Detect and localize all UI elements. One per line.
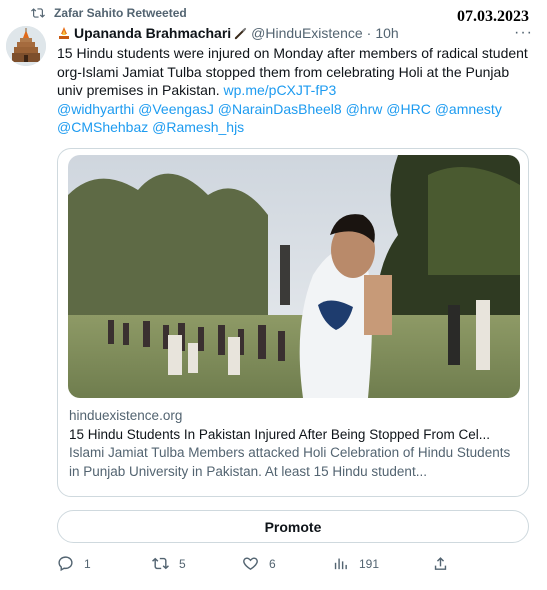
share-icon: [434, 557, 447, 570]
promote-button[interactable]: Promote: [57, 510, 529, 543]
card-text[interactable]: hinduexistence.org 15 Hindu Students In …: [69, 407, 516, 481]
author-name-wrap[interactable]: Upananda Brahmachari: [57, 24, 247, 42]
avatar[interactable]: [6, 26, 46, 66]
reply-icon: [58, 556, 73, 572]
reply-count: 1: [84, 556, 91, 571]
crowd-photo-image: [68, 155, 520, 398]
timestamp[interactable]: 10h: [375, 24, 398, 42]
mention[interactable]: @CMShehbaz: [57, 119, 148, 135]
retweet-indicator: Zafar Sahito Retweeted: [30, 6, 187, 20]
mention[interactable]: @amnesty: [435, 101, 502, 117]
share-button[interactable]: [432, 555, 449, 572]
retweet-label[interactable]: Zafar Sahito Retweeted: [54, 6, 187, 20]
author-name[interactable]: Upananda Brahmachari: [74, 24, 231, 42]
tweet-text: 15 Hindu students were injured on Monday…: [57, 44, 537, 137]
separator-dot: ·: [366, 25, 372, 41]
mention[interactable]: @widhyarthi: [57, 101, 134, 117]
retweet-icon: [31, 8, 45, 18]
author-handle[interactable]: @HinduExistence: [251, 24, 363, 42]
views-chart-icon: [334, 558, 347, 570]
link-preview-card[interactable]: hinduexistence.org 15 Hindu Students In …: [57, 148, 529, 497]
mention[interactable]: @VeengasJ: [138, 101, 214, 117]
temple-avatar-icon: [6, 26, 46, 66]
pen-emoji-icon: [235, 27, 247, 39]
mention[interactable]: @HRC: [386, 101, 431, 117]
mention[interactable]: @hrw: [346, 101, 383, 117]
retweet-count: 5: [179, 556, 186, 571]
heart-icon: [243, 557, 258, 571]
tweet-link[interactable]: wp.me/pCXJT-fP3: [224, 82, 337, 98]
action-bar: 1 5 6 191: [57, 555, 497, 572]
like-count: 6: [269, 556, 276, 571]
tweet-content: Upananda Brahmachari @HinduExistence · 1…: [57, 24, 537, 137]
like-button[interactable]: 6: [242, 555, 332, 572]
card-image[interactable]: [68, 155, 520, 398]
retweet-icon: [152, 557, 169, 570]
more-options-icon[interactable]: ···: [514, 24, 533, 42]
views-count: 191: [359, 556, 380, 571]
card-title: 15 Hindu Students In Pakistan Injured Af…: [69, 426, 490, 442]
retweet-button[interactable]: 5: [152, 555, 242, 572]
fire-emoji-icon: [59, 27, 69, 39]
tweet-header: Upananda Brahmachari @HinduExistence · 1…: [57, 24, 537, 42]
card-domain: hinduexistence.org: [69, 408, 183, 423]
card-description: Islami Jamiat Tulba Members attacked Hol…: [69, 445, 511, 479]
reply-button[interactable]: 1: [57, 555, 152, 572]
mention[interactable]: @Ramesh_hjs: [152, 119, 244, 135]
mention[interactable]: @NarainDasBheel8: [218, 101, 342, 117]
views-button[interactable]: 191: [332, 555, 432, 572]
